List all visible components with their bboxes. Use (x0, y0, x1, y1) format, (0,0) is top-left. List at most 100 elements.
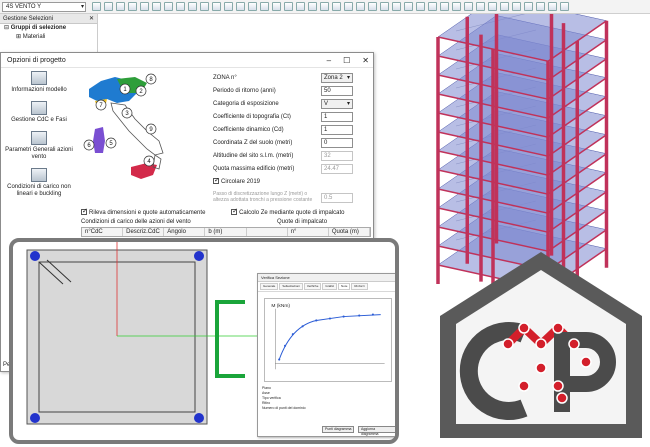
toolbar-tool-icon[interactable] (380, 2, 389, 11)
toolbar-tool-icon[interactable] (332, 2, 341, 11)
verification-tab[interactable]: Note (338, 283, 351, 290)
maximize-icon[interactable]: ☐ (343, 53, 350, 68)
building-icon (31, 101, 47, 115)
toolbar-tool-icon[interactable] (140, 2, 149, 11)
verification-tab[interactable]: Sollecitazioni (279, 283, 303, 290)
buckling-icon (31, 168, 47, 182)
verification-dialog: Verifica Sezione Generale Sollecitazioni V… (257, 273, 395, 437)
toolbar-tool-icon[interactable] (296, 2, 305, 11)
table-column-header: Angolo (164, 228, 206, 236)
verification-tab[interactable]: Grafici (322, 283, 338, 290)
nav-item-buckling[interactable]: Condizioni di carico non lineari e buckl… (3, 168, 75, 198)
points-diagram-button[interactable]: Punti diagramma (322, 426, 355, 433)
dialog-nav: Informazioni modello Gestione CdC e Fasi… (3, 71, 75, 205)
toolbar-tool-icon[interactable] (116, 2, 125, 11)
ct-label: Coefficiente di topografia (Ct) (213, 114, 291, 120)
domain-points (278, 313, 374, 361)
selection-panel-title: Gestione Selezioni ✕ (0, 14, 97, 24)
toolbar-tool-icon[interactable] (500, 2, 509, 11)
domain-point (358, 314, 361, 317)
wind-icon (31, 131, 47, 145)
zone-label-6: 6 (83, 139, 95, 151)
toolbar-tool-icon[interactable] (260, 2, 269, 11)
quota-input[interactable]: 24.47 (321, 164, 353, 174)
close-icon[interactable]: ✕ (362, 53, 369, 68)
minimize-icon[interactable]: – (327, 53, 331, 68)
categoria-select[interactable]: V (321, 99, 353, 109)
passo-input[interactable]: 0.5 (321, 193, 353, 203)
verification-tab[interactable]: Rinforzi (351, 283, 368, 290)
toolbar-tool-icon[interactable] (248, 2, 257, 11)
table-column-header: b (m) (205, 228, 247, 236)
periodo-input[interactable]: 50 (321, 86, 353, 96)
logo-node (552, 322, 564, 334)
cd-input[interactable]: 1 (321, 125, 353, 135)
calcolo-ze-checkbox[interactable]: Calcolo Ze mediante quote di impalcato (231, 207, 344, 216)
toolbar-tool-icon[interactable] (428, 2, 437, 11)
toolbar-tool-icon[interactable] (536, 2, 545, 11)
toolbar-tool-icon[interactable] (104, 2, 113, 11)
toolbar-tool-icon[interactable] (512, 2, 521, 11)
tree-item-groups[interactable]: ⊟ Gruppi di selezione (0, 24, 97, 33)
ct-input[interactable]: 1 (321, 112, 353, 122)
toolbar-tool-icon[interactable] (128, 2, 137, 11)
rileva-label: Rileva dimensioni e quote automaticament… (89, 210, 206, 216)
toolbar-tool-icon[interactable] (164, 2, 173, 11)
minus-icon[interactable]: ⊟ (4, 25, 9, 31)
toolbar-tool-icon[interactable] (368, 2, 377, 11)
toolbar-tool-icon[interactable] (476, 2, 485, 11)
toolbar-tool-icon[interactable] (236, 2, 245, 11)
toolbar-tool-icon[interactable] (416, 2, 425, 11)
selection-panel: Gestione Selezioni ✕ ⊟ Gruppi di selezio… (0, 14, 98, 56)
circolare-checkbox[interactable]: Circolare 2019 (213, 178, 319, 187)
verification-tab[interactable]: Generale (260, 283, 279, 290)
wind-parameters-form: ZONA n° Zona 2 Periodo di ritorno (anni)… (213, 73, 363, 207)
update-diagram-button[interactable]: Aggiorna diagramma (358, 426, 395, 436)
domain-point (328, 317, 332, 320)
nav-item-info[interactable]: Informazioni modello (3, 71, 75, 94)
plus-icon[interactable]: ⊞ (16, 34, 21, 40)
verification-tab[interactable]: Verifiche (303, 283, 322, 290)
zone-label-1: 1 (119, 83, 131, 95)
toolbar-tool-icon[interactable] (452, 2, 461, 11)
nav-label: Gestione CdC e Fasi (11, 117, 67, 123)
nav-item-wind[interactable]: Parametri Generali azioni vento (3, 131, 75, 161)
toolbar-tool-icon[interactable] (488, 2, 497, 11)
toolbar-tool-icon[interactable] (320, 2, 329, 11)
toolbar-tool-icon[interactable] (404, 2, 413, 11)
checkbox-icon[interactable] (231, 207, 238, 215)
nav-item-cdc[interactable]: Gestione CdC e Fasi (3, 101, 75, 124)
toolbar-tool-icon[interactable] (560, 2, 569, 11)
checkbox-icon[interactable] (81, 207, 88, 215)
toolbar-tool-icon[interactable] (224, 2, 233, 11)
toolbar-tool-icon[interactable] (284, 2, 293, 11)
toolbar-tool-icon[interactable] (548, 2, 557, 11)
z-label: Coordinata Z del suolo (metri) (213, 140, 293, 146)
load-case-combo[interactable]: 4S VENTO Y ▾ (2, 2, 86, 12)
altitudine-input[interactable]: 32 (321, 151, 353, 161)
toolbar-tool-icon[interactable] (344, 2, 353, 11)
toolbar-tool-icon[interactable] (92, 2, 101, 11)
toolbar-tool-icon[interactable] (152, 2, 161, 11)
toolbar-tool-icon[interactable] (464, 2, 473, 11)
toolbar-tool-icon[interactable] (308, 2, 317, 11)
checkbox-icon[interactable] (213, 178, 220, 185)
zona-select[interactable]: Zona 2 (321, 73, 353, 83)
toolbar-tool-icon[interactable] (356, 2, 365, 11)
close-icon[interactable]: ✕ (89, 14, 94, 24)
toolbar-tool-icon[interactable] (272, 2, 281, 11)
zone-label-9: 9 (145, 123, 157, 135)
toolbar-tool-icon[interactable] (188, 2, 197, 11)
info-model-icon (31, 71, 47, 85)
toolbar-tool-icon[interactable] (212, 2, 221, 11)
toolbar-tool-icon[interactable] (176, 2, 185, 11)
circolare-label: Circolare 2019 (221, 179, 261, 185)
z-input[interactable]: 0 (321, 138, 353, 148)
toolbar-tool-icon[interactable] (200, 2, 209, 11)
toolbar-tool-icon[interactable] (392, 2, 401, 11)
toolbar-tool-icon[interactable] (524, 2, 533, 11)
rileva-checkbox[interactable]: Rileva dimensioni e quote automaticament… (81, 207, 206, 216)
toolbar-tool-icon[interactable] (440, 2, 449, 11)
tree-item-materials[interactable]: ⊞ Materiali (0, 33, 97, 42)
italy-wind-zone-map: 1 23 4 56 7 8 9 (83, 73, 164, 179)
